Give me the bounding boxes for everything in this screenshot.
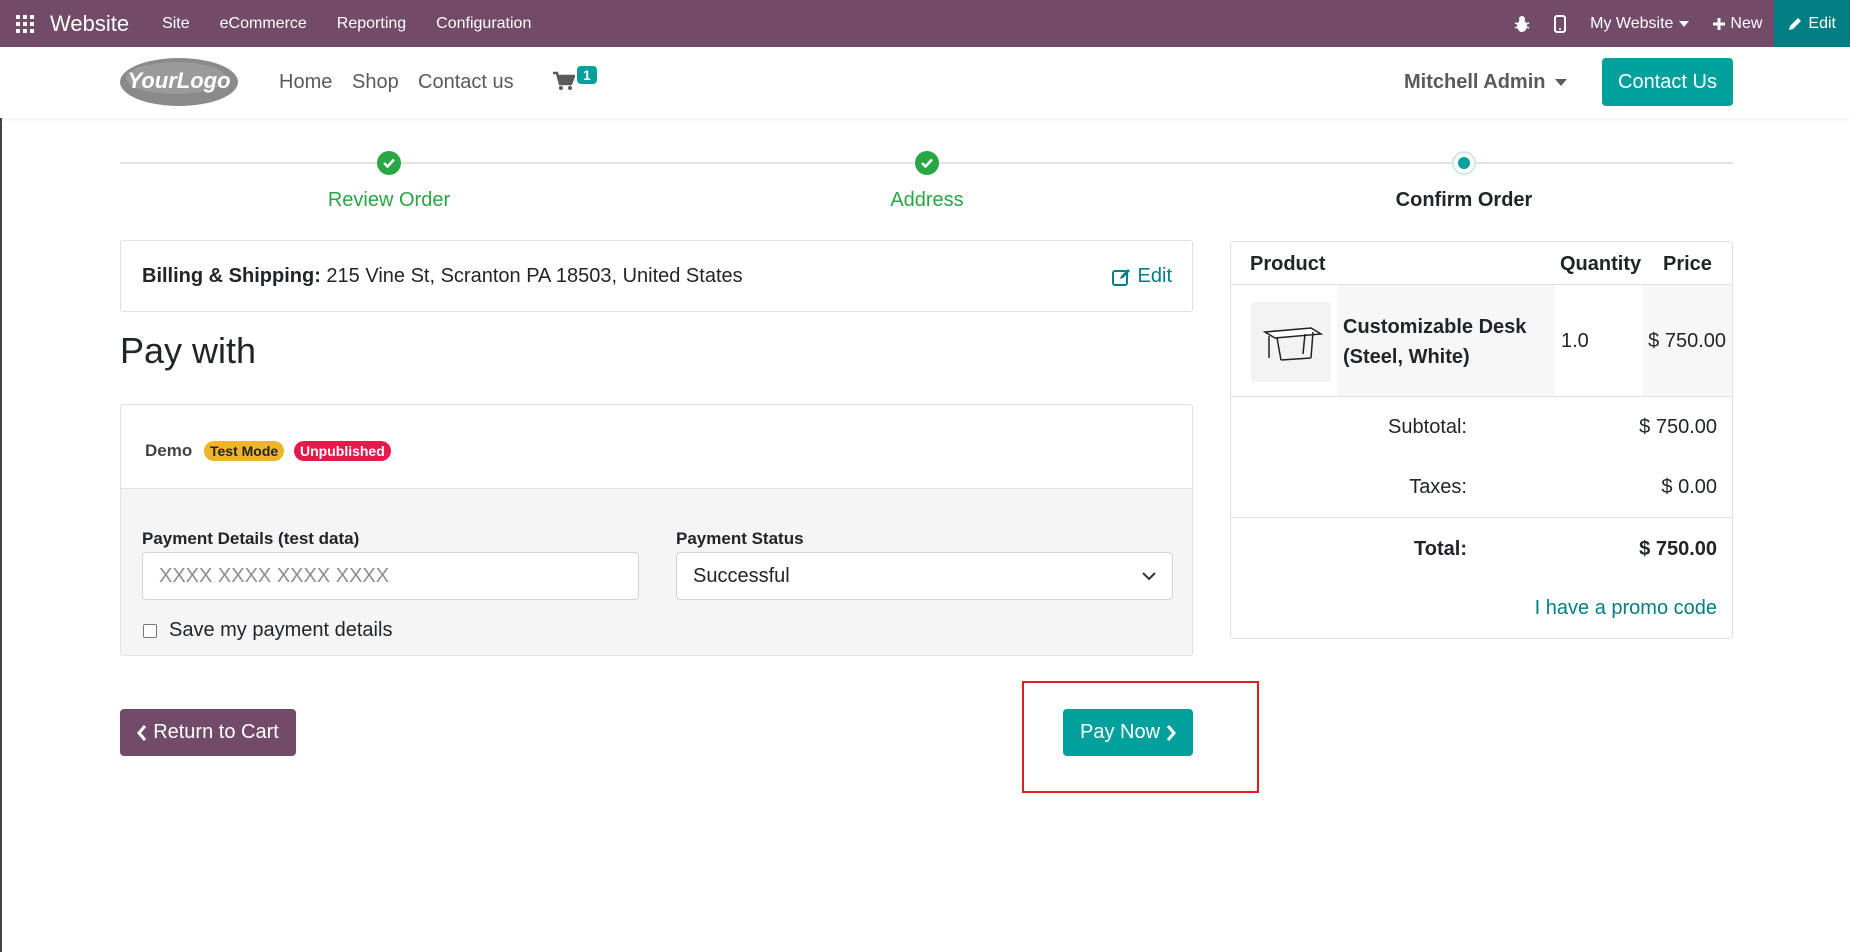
billing-shipping-label: Billing & Shipping: [142,265,321,287]
product-price: $ 750.00 [1648,330,1726,352]
window-edge [0,0,2,952]
user-menu[interactable]: Mitchell Admin [1404,71,1568,94]
billing-shipping-card: Billing & Shipping: 215 Vine St, Scranto… [120,240,1193,312]
payment-form: Payment Details (test data) XXXX XXXX XX… [121,489,1192,655]
menu-configuration[interactable]: Configuration [436,15,531,33]
product-name[interactable]: Customizable Desk (Steel, White) [1343,312,1553,372]
product-image[interactable] [1251,302,1331,382]
menu-reporting[interactable]: Reporting [337,15,406,33]
billing-shipping-address: 215 Vine St, Scranton PA 18503, United S… [326,265,743,287]
billing-shipping-text: Billing & Shipping: 215 Vine St, Scranto… [142,265,743,288]
logo-text: YourLogo [127,68,230,93]
taxes-value: $ 0.00 [1661,476,1717,498]
step-review-order-check-icon [377,151,401,175]
chevron-right-icon [1166,724,1176,741]
col-price: Price [1663,253,1712,275]
payment-status-label: Payment Status [676,529,804,548]
col-quantity: Quantity [1560,253,1642,275]
taxes-label: Taxes: [1409,476,1467,498]
apps-menu-icon[interactable] [0,0,50,47]
site-header: YourLogo Home Shop Contact us 1 Mitchell… [0,47,1850,118]
table-row: Customizable Desk (Steel, White) 1.0 $ 7… [1231,285,1732,397]
payment-details-input[interactable]: XXXX XXXX XXXX XXXX [142,552,639,600]
edit-address-link[interactable]: Edit [1111,265,1172,288]
step-address[interactable]: Address [777,189,1077,212]
order-summary: Product Quantity Price Customizable Desk… [1230,241,1733,639]
promo-code-link[interactable]: I have a promo code [1535,597,1717,620]
payment-status-select[interactable]: Successful [676,552,1173,600]
site-logo[interactable]: YourLogo [118,56,240,108]
payment-status-value: Successful [693,564,790,587]
menu-ecommerce[interactable]: eCommerce [220,15,307,33]
user-name: Mitchell Admin [1404,71,1546,93]
edit-button-label: Edit [1808,14,1836,32]
unpublished-badge: Unpublished [294,441,391,461]
pay-now-button[interactable]: Pay Now [1063,709,1193,756]
subtotal-value: $ 750.00 [1639,416,1717,438]
contact-us-button[interactable]: Contact Us [1602,58,1733,106]
caret-down-icon [1679,20,1690,27]
edit-website-button[interactable]: Edit [1774,0,1850,47]
pay-now-label: Pay Now [1079,721,1161,743]
cart-icon[interactable] [553,71,576,96]
product-name-line2: (Steel, White) [1343,346,1470,368]
save-payment-checkbox[interactable] [143,624,157,638]
payment-provider-header[interactable]: Demo Test Mode Unpublished [121,405,1192,489]
product-price-cell: $ 750.00 [1642,285,1732,396]
bug-icon[interactable] [1514,15,1530,33]
summary-header-row: Product Quantity Price [1231,242,1732,285]
new-button[interactable]: New [1713,15,1762,33]
chevron-left-icon [137,724,147,741]
website-selector-label: My Website [1590,14,1674,32]
payment-provider-name: Demo [145,441,193,460]
caret-down-icon [1555,79,1568,86]
payment-details-label: Payment Details (test data) [142,529,360,548]
totals-divider [1231,517,1732,518]
step-confirm-order-dot-icon [1452,151,1476,175]
return-to-cart-label: Return to Cart [153,721,279,743]
subtotal-label: Subtotal: [1388,416,1467,438]
menu-site[interactable]: Site [162,15,190,33]
website-selector[interactable]: My Website [1590,14,1690,33]
nav-shop[interactable]: Shop [352,71,399,94]
test-mode-badge: Test Mode [204,441,285,461]
admin-topbar: Website Site eCommerce Reporting Configu… [0,0,1850,47]
nav-contact-us[interactable]: Contact us [418,71,514,94]
return-to-cart-button[interactable]: Return to Cart [120,709,296,756]
total-value: $ 750.00 [1639,538,1717,560]
step-address-check-icon [915,151,939,175]
chevron-down-icon [1142,572,1156,581]
nav-home[interactable]: Home [279,71,332,94]
step-review-order[interactable]: Review Order [239,189,539,212]
step-confirm-order: Confirm Order [1395,189,1533,211]
edit-address-label: Edit [1137,265,1172,287]
mobile-preview-icon[interactable] [1554,14,1567,33]
new-button-label: New [1730,14,1763,32]
total-label: Total: [1414,538,1467,560]
product-quantity: 1.0 [1561,330,1589,352]
app-brand[interactable]: Website [50,11,129,37]
pencil-icon [1789,17,1802,30]
cart-count-badge: 1 [577,66,597,84]
product-name-line1: Customizable Desk [1343,316,1527,338]
edit-icon [1111,268,1130,286]
save-payment-label[interactable]: Save my payment details [169,619,392,642]
plus-icon [1713,17,1726,30]
payment-method-card: Demo Test Mode Unpublished Payment Detai… [120,404,1193,656]
pay-with-heading: Pay with [120,330,257,371]
col-product: Product [1250,253,1326,275]
